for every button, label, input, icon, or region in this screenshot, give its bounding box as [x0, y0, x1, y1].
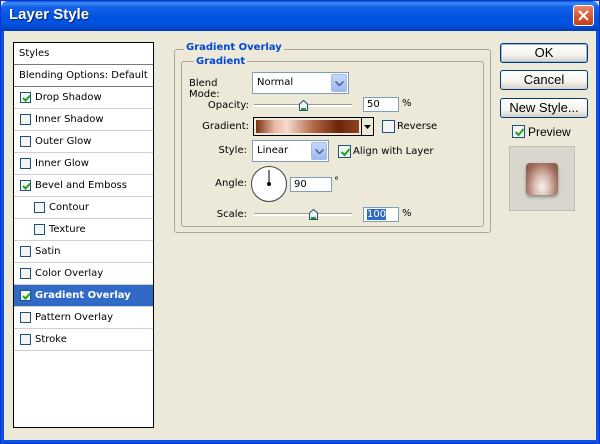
- title-bar[interactable]: Layer Style: [1, 1, 599, 31]
- scale-input[interactable]: 100: [363, 207, 399, 222]
- angle-dial[interactable]: [251, 166, 287, 202]
- gradient-overlay-group-title: Gradient Overlay: [184, 42, 284, 53]
- frame-right: [596, 31, 599, 444]
- style-select[interactable]: Linear: [252, 140, 329, 162]
- blend-mode-value: Normal: [257, 77, 294, 88]
- cancel-button[interactable]: Cancel: [500, 70, 588, 90]
- align-with-layer-checkbox[interactable]: [338, 145, 351, 158]
- scale-label: Scale:: [216, 209, 247, 220]
- angle-input[interactable]: 90: [290, 177, 332, 192]
- styles-list-item[interactable]: Bevel and Emboss: [14, 175, 153, 197]
- style-checkbox[interactable]: [20, 334, 31, 345]
- styles-list-item[interactable]: Inner Glow: [14, 153, 153, 175]
- styles-list-item[interactable]: Contour: [14, 197, 153, 219]
- style-checkbox[interactable]: [34, 202, 45, 213]
- styles-list-item-label: Texture: [49, 224, 86, 235]
- styles-list: Styles Blending Options: Default Drop Shad…: [13, 42, 154, 428]
- styles-list-item[interactable]: Styles: [14, 43, 153, 65]
- preview-label: Preview: [528, 125, 571, 139]
- gradient-subgroup-title: Gradient: [194, 56, 248, 67]
- close-button[interactable]: [573, 5, 594, 26]
- reverse-label: Reverse: [397, 121, 438, 132]
- new-style-button[interactable]: New Style...: [500, 98, 588, 118]
- styles-list-item-label: Outer Glow: [35, 136, 92, 147]
- styles-list-item-label: Blending Options: Default: [19, 70, 148, 81]
- styles-list-item[interactable]: Blending Options: Default: [14, 65, 153, 87]
- style-checkbox[interactable]: [20, 114, 31, 125]
- styles-list-item[interactable]: Inner Shadow: [14, 109, 153, 131]
- opacity-label: Opacity:: [207, 100, 249, 111]
- angle-unit: °: [334, 176, 339, 187]
- gradient-picker-button[interactable]: [362, 117, 374, 136]
- align-with-layer-label: Align with Layer: [353, 146, 434, 157]
- styles-list-item[interactable]: Satin: [14, 241, 153, 263]
- styles-list-item[interactable]: Drop Shadow: [14, 87, 153, 109]
- style-checkbox[interactable]: [20, 268, 31, 279]
- styles-list-item[interactable]: Stroke: [14, 329, 153, 351]
- scale-slider[interactable]: [254, 213, 352, 216]
- styles-list-item[interactable]: Color Overlay: [14, 263, 153, 285]
- chevron-down-icon: [311, 142, 327, 160]
- styles-list-item-label: Stroke: [35, 334, 67, 345]
- layer-style-dialog: Layer Style Styles Blending Options: Defa…: [0, 0, 600, 444]
- blend-mode-label: Blend Mode:: [189, 78, 220, 100]
- style-checkbox[interactable]: [34, 224, 45, 235]
- style-value: Linear: [257, 145, 289, 156]
- style-checkbox[interactable]: [20, 92, 31, 103]
- scale-unit: %: [402, 208, 412, 219]
- angle-label: Angle:: [215, 178, 247, 189]
- preview-swatch: [526, 163, 558, 195]
- styles-list-item[interactable]: Gradient Overlay: [14, 285, 153, 307]
- style-checkbox[interactable]: [20, 136, 31, 147]
- styles-list-item-label: Color Overlay: [35, 268, 104, 279]
- scale-slider-thumb-icon[interactable]: [308, 208, 318, 220]
- opacity-unit: %: [402, 98, 412, 109]
- chevron-down-icon: [331, 74, 347, 92]
- styles-list-item-label: Pattern Overlay: [35, 312, 114, 323]
- frame-left: [1, 31, 4, 444]
- style-checkbox[interactable]: [20, 158, 31, 169]
- styles-list-item-label: Styles: [19, 48, 50, 59]
- gradient-label: Gradient:: [202, 121, 249, 132]
- window-title: Layer Style: [9, 6, 90, 23]
- styles-list-item-label: Inner Glow: [35, 158, 89, 169]
- styles-list-item-label: Gradient Overlay: [35, 290, 131, 301]
- styles-list-item[interactable]: Texture: [14, 219, 153, 241]
- style-checkbox[interactable]: [20, 290, 31, 301]
- reverse-checkbox[interactable]: [382, 120, 395, 133]
- styles-list-item-label: Contour: [49, 202, 89, 213]
- styles-list-item[interactable]: Pattern Overlay: [14, 307, 153, 329]
- gradient-swatch[interactable]: [253, 117, 362, 136]
- style-checkbox[interactable]: [20, 180, 31, 191]
- style-label: Style:: [218, 145, 248, 156]
- opacity-slider-thumb-icon[interactable]: [299, 99, 308, 111]
- styles-list-item[interactable]: Outer Glow: [14, 131, 153, 153]
- preview-checkbox[interactable]: [512, 125, 525, 138]
- gradient-preview-fill: [256, 120, 359, 133]
- style-checkbox[interactable]: [20, 246, 31, 257]
- style-checkbox[interactable]: [20, 312, 31, 323]
- styles-list-item-label: Drop Shadow: [35, 92, 102, 103]
- styles-list-item-label: Inner Shadow: [35, 114, 104, 125]
- blend-mode-select[interactable]: Normal: [252, 72, 349, 94]
- styles-list-item-label: Bevel and Emboss: [35, 180, 127, 191]
- frame-bottom: [1, 440, 599, 443]
- opacity-input[interactable]: 50: [363, 97, 399, 112]
- styles-list-item-label: Satin: [35, 246, 61, 257]
- style-preview: [509, 146, 575, 211]
- ok-button[interactable]: OK: [500, 43, 588, 63]
